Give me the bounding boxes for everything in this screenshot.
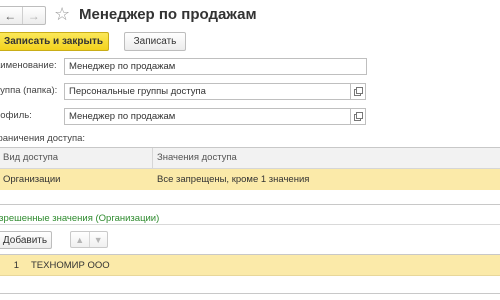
open-link-icon [353, 112, 363, 121]
name-label: аименование: [0, 60, 57, 71]
allowed-values-title: азрешенные значения (Организации) [0, 213, 160, 224]
column-header-access-type[interactable]: Вид доступа [0, 148, 153, 168]
table-row[interactable]: Организации Все запрещены, кроме 1 значе… [0, 169, 500, 190]
move-up-icon[interactable]: ▲ [71, 232, 89, 247]
allowed-value-cell: ТЕХНОМИР ООО [31, 260, 110, 271]
access-type-cell: Организации [3, 174, 61, 185]
group-open-button[interactable] [351, 83, 366, 100]
back-arrow-icon[interactable]: ← [0, 7, 22, 24]
page-title: Менеджер по продажам [79, 6, 257, 23]
group-label: руппа (папка): [0, 85, 58, 96]
open-link-icon [353, 87, 363, 96]
forward-arrow-icon[interactable]: → [21, 7, 46, 24]
row-number: 1 [13, 260, 19, 271]
name-field[interactable]: Менеджер по продажам [64, 58, 367, 75]
save-button[interactable]: Записать [124, 32, 186, 51]
add-button[interactable]: Добавить [0, 231, 52, 249]
allowed-values-table: 1 ТЕХНОМИР ООО [0, 254, 500, 294]
group-field[interactable]: Персональные группы доступа [64, 83, 351, 100]
save-and-close-button[interactable]: Записать и закрыть [0, 32, 109, 51]
column-header-access-values[interactable]: Значения доступа [153, 148, 237, 168]
profile-open-button[interactable] [351, 108, 366, 125]
reorder-buttons: ▲ ▼ [70, 231, 108, 248]
profile-label: рофиль: [0, 110, 32, 121]
table-header: Вид доступа Значения доступа [0, 148, 500, 169]
restrictions-section-label: граничения доступа: [0, 133, 86, 144]
navigation-buttons: ← → [0, 6, 46, 25]
access-values-cell: Все запрещены, кроме 1 значения [157, 174, 310, 185]
profile-field[interactable]: Менеджер по продажам [64, 108, 351, 125]
divider [0, 224, 500, 225]
favorite-star-icon[interactable]: ☆ [54, 3, 70, 25]
restrictions-table: Вид доступа Значения доступа Организации… [0, 147, 500, 205]
table-row[interactable]: 1 ТЕХНОМИР ООО [0, 255, 500, 276]
move-down-icon[interactable]: ▼ [88, 232, 108, 247]
